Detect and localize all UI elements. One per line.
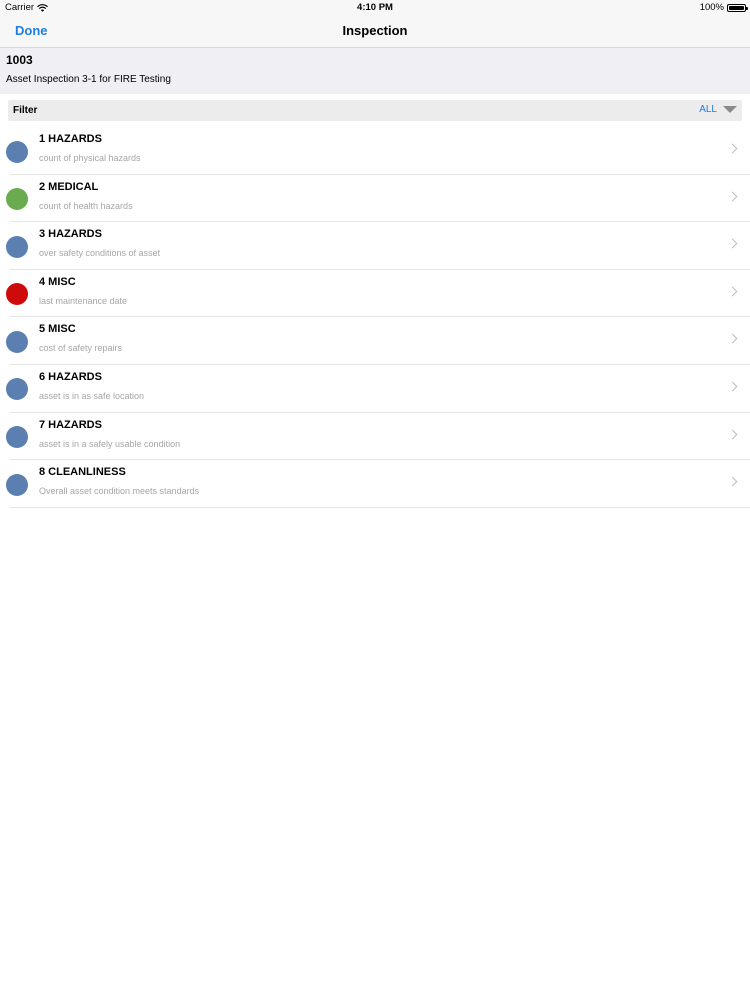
chevron-right-icon (727, 381, 738, 392)
item-subtitle: over safety conditions of asset (39, 248, 161, 259)
filter-bar: Filter ALL (8, 100, 742, 121)
item-title: 5 MISC (39, 323, 76, 336)
chevron-right-icon (727, 333, 738, 344)
status-dot-icon (6, 426, 28, 449)
status-time: 4:10 PM (357, 2, 393, 13)
status-dot-icon (6, 378, 28, 401)
battery-percent: 100% (699, 2, 724, 13)
chevron-right-icon (727, 143, 738, 154)
inspection-list: 1 HAZARDS count of physical hazards 2 MEDI… (0, 127, 750, 508)
navigation-bar: Done Inspection (0, 14, 750, 48)
item-title: 4 MISC (39, 275, 76, 288)
asset-header: 1003 Asset Inspection 3-1 for FIRE Testi… (0, 48, 750, 94)
status-dot-icon (6, 140, 28, 163)
item-title: 8 CLEANLINESS (39, 466, 126, 479)
item-title: 1 HAZARDS (39, 133, 102, 145)
inspection-item[interactable]: 4 MISC last maintenance date (6, 270, 750, 318)
status-dot-icon (6, 473, 28, 496)
filter-label: Filter (13, 105, 38, 116)
item-subtitle: cost of safety repairs (39, 343, 123, 354)
page-title: Inspection (342, 23, 408, 38)
battery-icon (727, 3, 748, 12)
filter-value[interactable]: ALL (699, 104, 717, 115)
inspection-item[interactable]: 3 HAZARDS over safety conditions of asset (6, 222, 750, 270)
inspection-item[interactable]: 6 HAZARDS asset is in as safe location (6, 365, 750, 413)
done-button[interactable]: Done (15, 23, 48, 38)
item-title: 7 HAZARDS (39, 418, 102, 431)
item-title: 6 HAZARDS (39, 370, 102, 383)
inspection-item[interactable]: 7 HAZARDS asset is in a safely usable con… (6, 413, 750, 461)
chevron-right-icon (727, 429, 738, 440)
filter-dropdown[interactable]: ALL (699, 104, 737, 115)
item-title: 2 MEDICAL (39, 180, 99, 193)
status-dot-icon (6, 283, 28, 306)
inspection-item[interactable]: 2 MEDICAL count of health hazards (6, 175, 750, 223)
item-subtitle: count of health hazards (39, 200, 133, 211)
inspection-item[interactable]: 1 HAZARDS count of physical hazards (6, 127, 750, 175)
item-subtitle: asset is in as safe location (39, 390, 145, 401)
inspection-item[interactable]: 8 CLEANLINESS Overall asset condition mee… (6, 460, 750, 508)
item-subtitle: last maintenance date (39, 295, 128, 306)
chevron-right-icon (727, 286, 738, 297)
chevron-right-icon (727, 191, 738, 202)
asset-id: 1003 (6, 53, 33, 67)
asset-description: Asset Inspection 3-1 for FIRE Testing (6, 74, 171, 85)
status-dot-icon (6, 330, 28, 353)
item-subtitle: Overall asset condition meets standards (39, 486, 200, 497)
chevron-right-icon (727, 476, 738, 487)
inspection-item[interactable]: 5 MISC cost of safety repairs (6, 317, 750, 365)
item-subtitle: count of physical hazards (39, 153, 141, 163)
chevron-right-icon (727, 238, 738, 249)
status-dot-icon (6, 188, 28, 211)
status-dot-icon (6, 235, 28, 258)
status-bar: Carrier 4:10 PM 100% (0, 0, 750, 14)
status-battery-group: 100% (699, 2, 748, 13)
dropdown-triangle-icon[interactable] (723, 106, 737, 113)
item-title: 3 HAZARDS (39, 228, 102, 241)
item-subtitle: asset is in a safely usable condition (39, 438, 181, 449)
